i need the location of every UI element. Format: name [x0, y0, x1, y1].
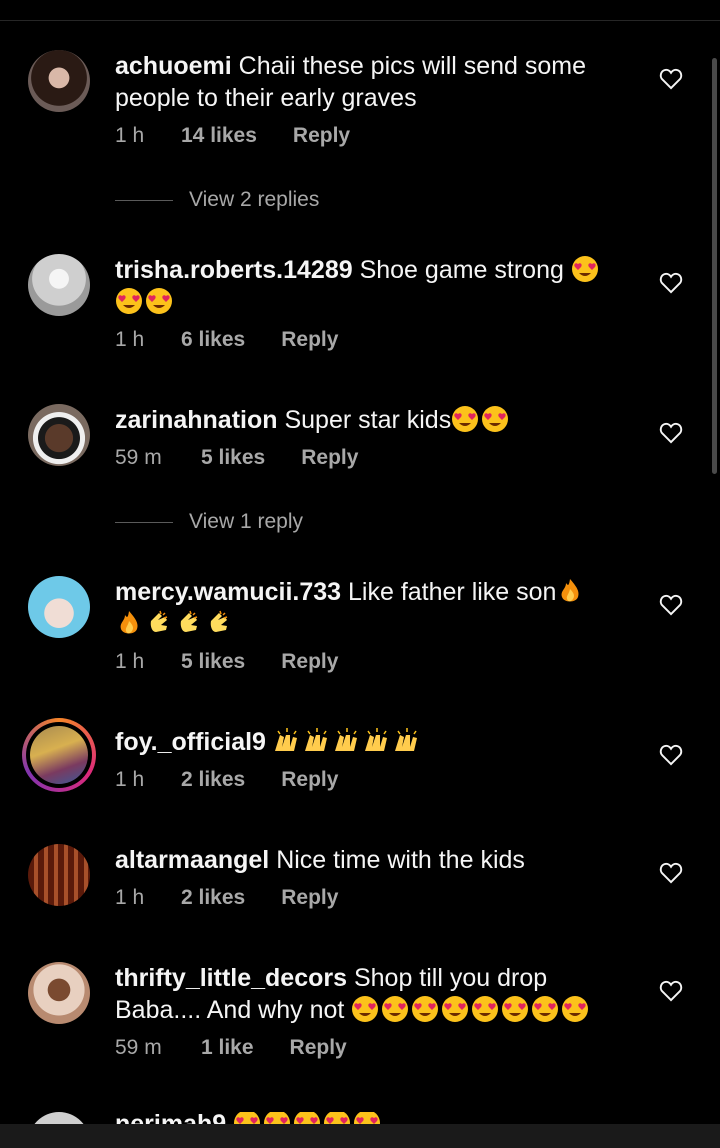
reply-button[interactable]: Reply — [290, 1036, 347, 1060]
avatar[interactable] — [28, 254, 90, 316]
avatar[interactable] — [28, 576, 90, 638]
view-replies-button[interactable]: View 1 reply — [115, 510, 303, 534]
replies-line — [115, 199, 173, 201]
comment-likes[interactable]: 2 likes — [181, 768, 245, 792]
raising-hands-emoji-icon — [334, 727, 358, 752]
comment-time: 1 h — [115, 886, 145, 909]
comment-likes[interactable]: 5 likes — [181, 650, 245, 674]
view-replies-label: View 2 replies — [189, 188, 320, 211]
like-heart-icon[interactable] — [659, 272, 683, 294]
comment-username[interactable]: trisha.roberts.14289 — [115, 256, 353, 284]
comment-username[interactable]: achuoemi — [115, 52, 232, 80]
view-replies-button[interactable]: View 2 replies — [115, 188, 319, 212]
comment-time: 1 h — [115, 768, 145, 791]
heart-eyes-emoji-icon — [482, 406, 509, 432]
avatar[interactable] — [28, 844, 90, 906]
heart-eyes-emoji-icon — [502, 996, 529, 1022]
comment-username[interactable]: mercy.wamucii.733 — [115, 578, 341, 606]
comment-username[interactable]: zarinahnation — [115, 406, 278, 434]
view-replies-label: View 1 reply — [189, 510, 304, 533]
reply-button[interactable]: Reply — [281, 886, 338, 910]
comment-likes[interactable]: 2 likes — [181, 886, 245, 910]
clapping-hands-emoji-icon — [209, 610, 228, 633]
like-heart-icon[interactable] — [659, 862, 683, 884]
comment-time: 1 h — [115, 124, 145, 147]
comment-text: Like father like son — [348, 578, 557, 606]
heart-eyes-emoji-icon — [571, 256, 598, 282]
heart-eyes-emoji-icon — [452, 406, 479, 432]
raising-hands-emoji-icon — [394, 727, 418, 752]
clapping-hands-emoji-icon — [179, 610, 198, 633]
avatar[interactable] — [28, 50, 90, 112]
comment-time: 1 h — [115, 328, 145, 351]
heart-eyes-emoji-icon — [562, 996, 589, 1022]
bottom-comment-bar — [0, 1124, 720, 1148]
like-heart-icon[interactable] — [659, 744, 683, 766]
heart-eyes-emoji-icon — [352, 996, 379, 1022]
replies-line — [115, 521, 173, 523]
comment-likes[interactable]: 5 likes — [201, 446, 265, 470]
avatar[interactable] — [28, 404, 90, 466]
comment-likes[interactable]: 14 likes — [181, 124, 257, 148]
reply-button[interactable]: Reply — [281, 328, 338, 352]
reply-button[interactable]: Reply — [293, 124, 350, 148]
heart-eyes-emoji-icon — [412, 996, 439, 1022]
like-heart-icon[interactable] — [659, 594, 683, 616]
avatar-with-story-ring[interactable] — [22, 718, 96, 792]
reply-button[interactable]: Reply — [281, 768, 338, 792]
heart-eyes-emoji-icon — [382, 996, 409, 1022]
raising-hands-emoji-icon — [274, 727, 298, 752]
heart-eyes-emoji-icon — [442, 996, 469, 1022]
comment-likes[interactable]: 6 likes — [181, 328, 245, 352]
raising-hands-emoji-icon — [304, 727, 328, 752]
comment-text: Super star kids — [284, 406, 452, 434]
avatar — [30, 726, 88, 784]
top-divider — [0, 20, 720, 21]
like-heart-icon[interactable] — [659, 980, 683, 1002]
like-heart-icon[interactable] — [659, 422, 683, 444]
heart-eyes-emoji-icon — [532, 996, 559, 1022]
comment-username[interactable]: altarmaangel — [115, 846, 269, 874]
comment-time: 1 h — [115, 650, 145, 673]
heart-eyes-emoji-icon — [116, 288, 142, 314]
avatar[interactable] — [28, 962, 90, 1024]
like-heart-icon[interactable] — [659, 68, 683, 90]
comment-text: Nice time with the kids — [276, 846, 525, 874]
fire-emoji-icon — [562, 579, 579, 602]
scrollbar[interactable] — [712, 58, 717, 474]
clapping-hands-emoji-icon — [149, 610, 168, 633]
raising-hands-emoji-icon — [364, 727, 388, 752]
comment-text: Shoe game strong — [359, 256, 564, 284]
comment-time: 59 m — [115, 1036, 162, 1059]
comment-time: 59 m — [115, 446, 162, 469]
comment-username[interactable]: foy._official9 — [115, 728, 266, 756]
heart-eyes-emoji-icon — [472, 996, 499, 1022]
comment-likes[interactable]: 1 like — [201, 1036, 254, 1060]
fire-emoji-icon — [120, 611, 138, 634]
comment-username[interactable]: thrifty_little_decors — [115, 964, 347, 992]
heart-eyes-emoji-icon — [146, 288, 172, 314]
reply-button[interactable]: Reply — [301, 446, 358, 470]
reply-button[interactable]: Reply — [281, 650, 338, 674]
